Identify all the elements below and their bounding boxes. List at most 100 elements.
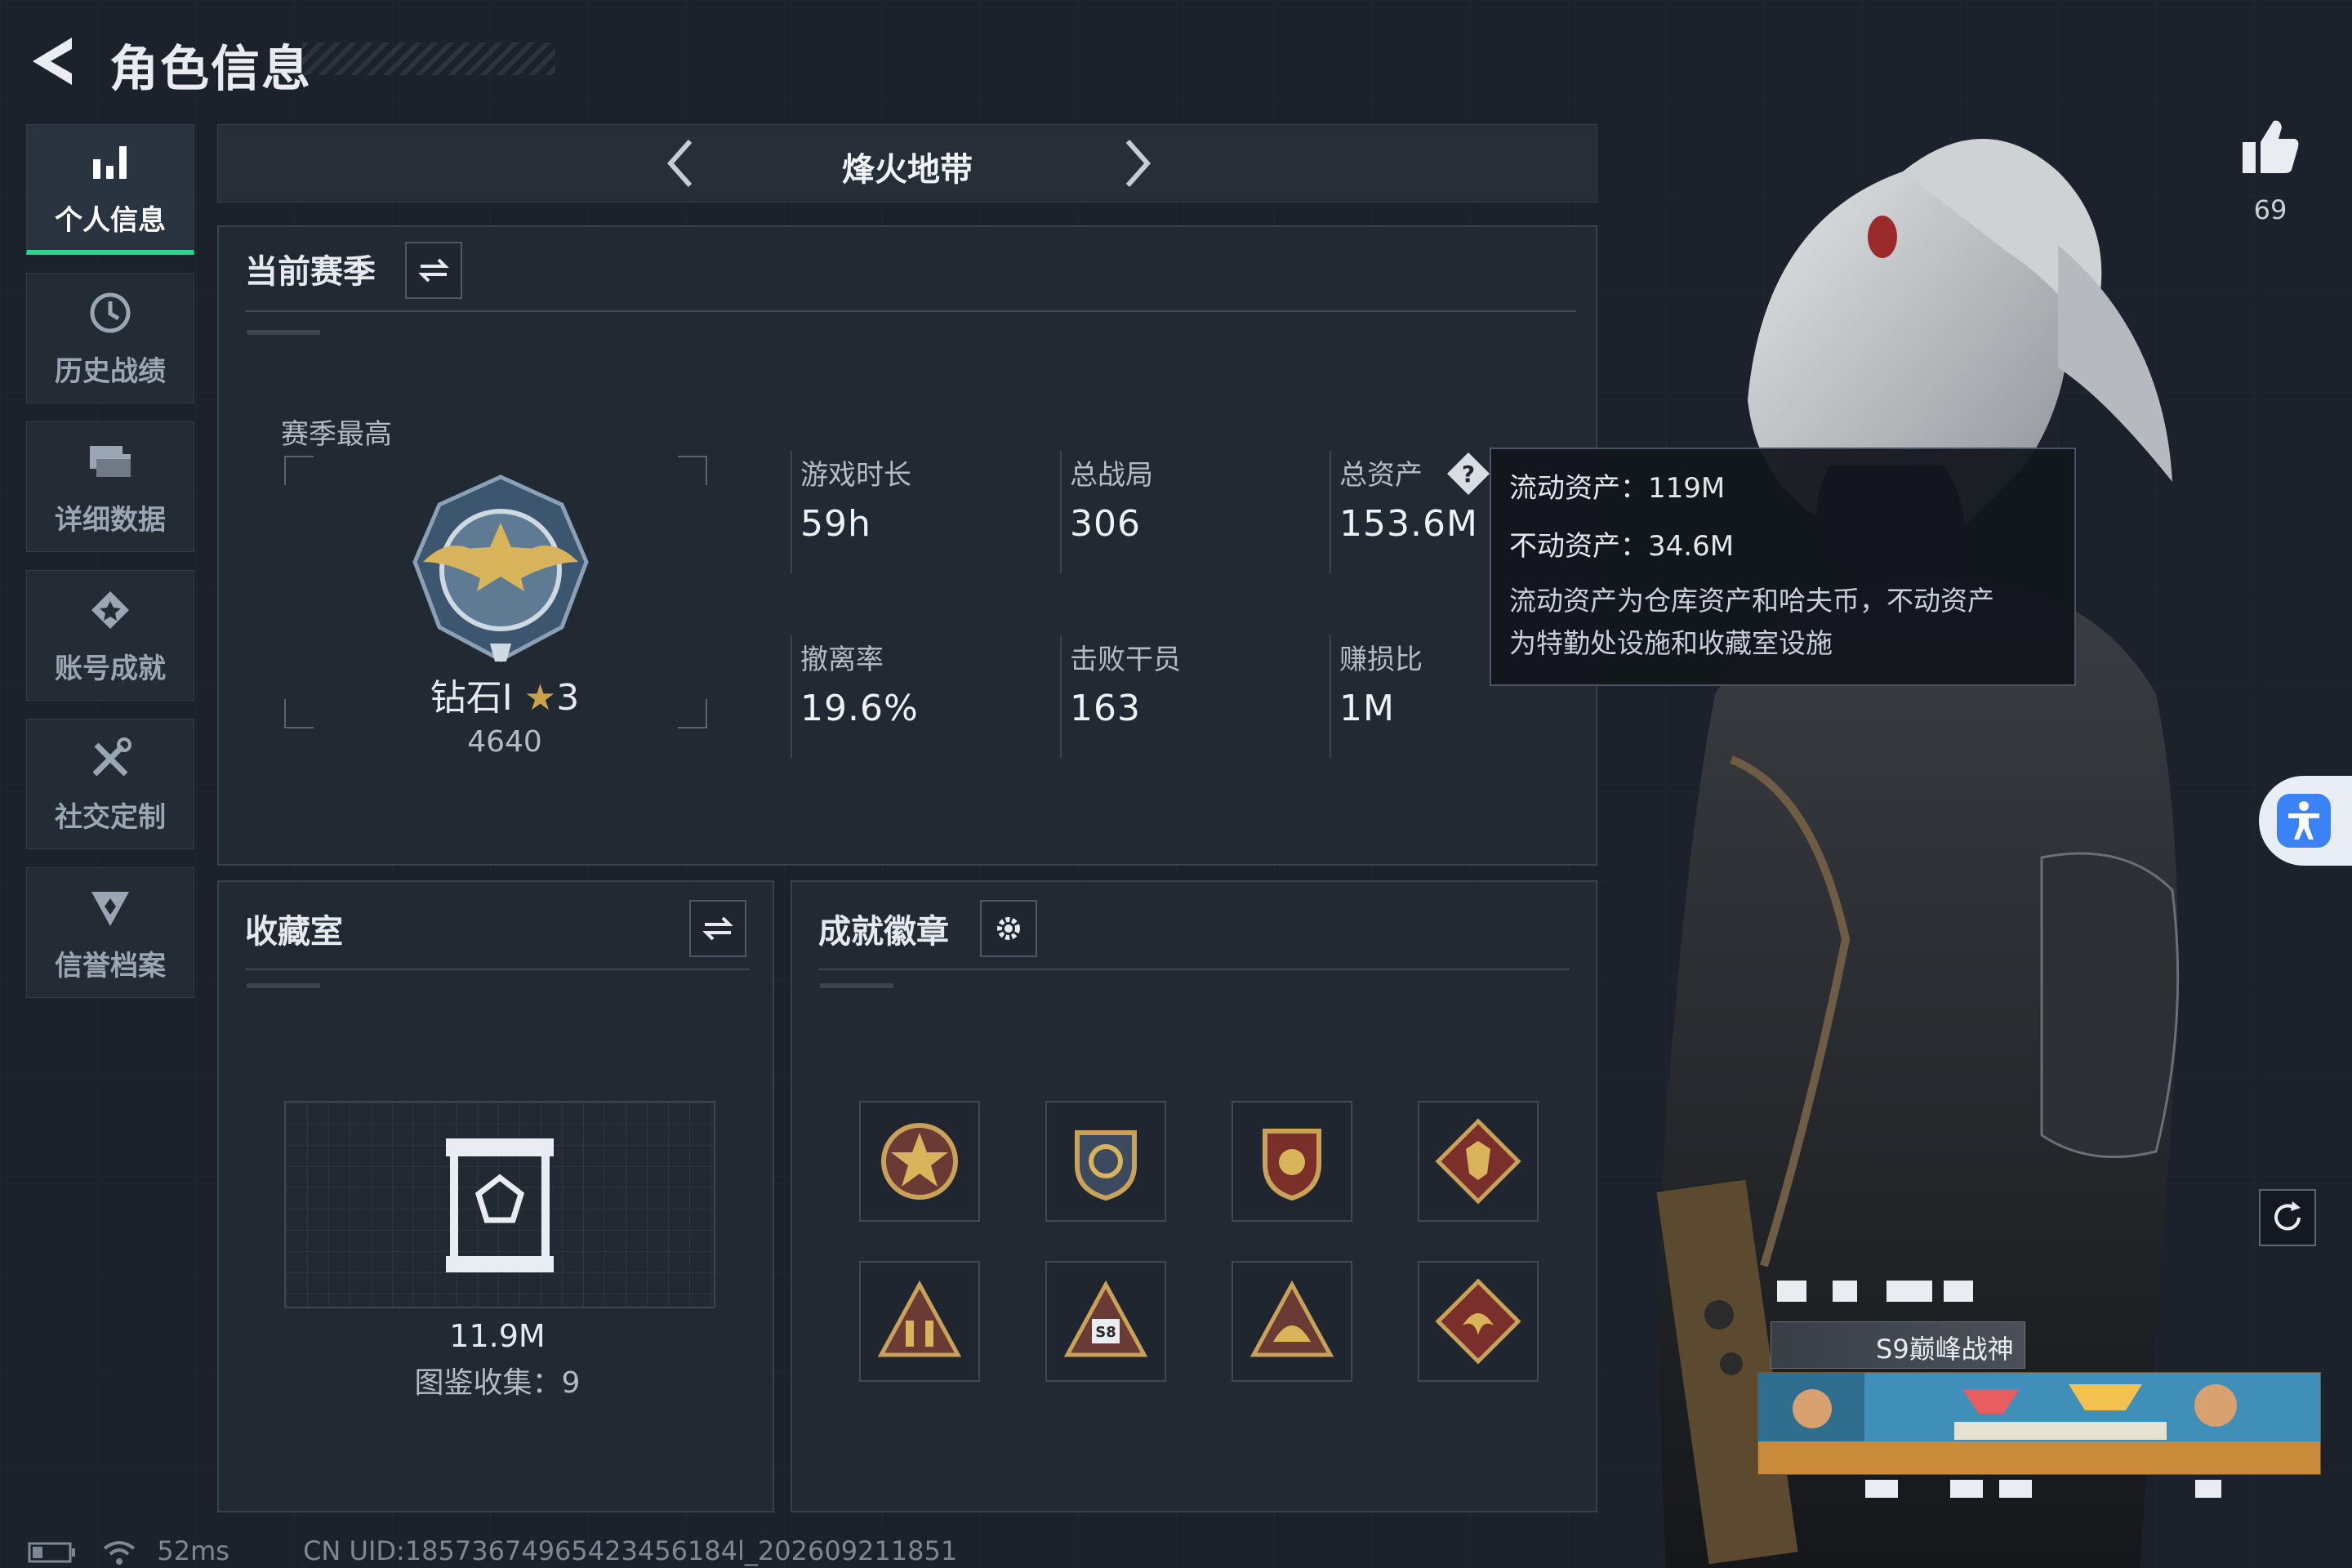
decor-text	[247, 983, 320, 988]
ping-text: 52ms	[157, 1535, 229, 1566]
redacted-block	[1865, 1480, 1898, 1498]
decor-text	[247, 330, 320, 335]
rank-emblem	[399, 472, 603, 668]
badges-divider	[818, 969, 1570, 970]
sidebar-item-label: 社交定制	[55, 800, 166, 834]
collection-switch-button[interactable]	[689, 900, 746, 957]
frame-corner	[284, 699, 314, 728]
badges-panel: 成就徽章 S8	[791, 880, 1597, 1512]
sidebar-item-match-history[interactable]: 历史战绩	[26, 273, 194, 403]
redacted-name-block	[1833, 1281, 1857, 1302]
sidebar-item-detailed-data[interactable]: 详细数据	[26, 421, 194, 552]
frame-corner	[284, 456, 314, 485]
shield-icon	[86, 883, 135, 932]
tooltip-liquid-assets: 流动资产：119M	[1509, 472, 1726, 505]
dragon-diamond-badge[interactable]	[1418, 1261, 1539, 1382]
like-button[interactable]	[2238, 114, 2303, 188]
eagle-shield-badge-icon	[1263, 1129, 1321, 1201]
title-plate: S9巅峰战神	[1771, 1321, 2025, 1369]
helmet-triangle-badge-icon	[1250, 1280, 1334, 1357]
folder-icon	[86, 437, 135, 486]
chevron-right-icon	[1125, 140, 1152, 187]
collection-display[interactable]	[284, 1101, 715, 1308]
wing-shield-badge[interactable]	[1045, 1101, 1166, 1222]
sidebar-item-label: 详细数据	[55, 503, 166, 537]
collection-panel: 收藏室 11.9M 图鉴收集：9	[217, 880, 774, 1512]
dragon-diamond-badge-icon	[1435, 1278, 1521, 1365]
helmet-triangle-badge[interactable]	[1232, 1261, 1352, 1382]
sidebar-item-label: 账号成就	[55, 652, 166, 685]
season-divider	[245, 310, 1576, 312]
gear-icon	[997, 917, 1020, 940]
tools-icon	[86, 734, 135, 783]
rank-name: 钻石Ⅰ	[430, 677, 513, 719]
stat-value-profit-ratio: 1M	[1339, 688, 1395, 729]
bar-chart-icon	[86, 137, 135, 186]
season-best-label: 赛季最高	[281, 418, 392, 451]
back-arrow-icon	[33, 38, 72, 85]
redacted-name-block	[1777, 1281, 1806, 1302]
assets-help-button[interactable]: ?	[1444, 449, 1493, 498]
display-case-icon	[446, 1138, 554, 1272]
back-button[interactable]	[26, 33, 83, 90]
assets-tooltip: 流动资产：119M 不动资产：34.6M 流动资产为仓库资产和哈夫币，不动资产 …	[1490, 448, 2076, 686]
title-plate-text: S9巅峰战神	[1876, 1334, 2014, 1365]
star-shield-badge[interactable]	[859, 1101, 980, 1222]
rank-stars: 3	[556, 677, 580, 719]
badges-settings-button[interactable]	[980, 900, 1037, 957]
swap-icon	[418, 258, 449, 283]
stat-value-total-assets: 153.6M	[1339, 503, 1478, 545]
collection-title: 收藏室	[245, 913, 343, 951]
stat-separator	[1330, 635, 1331, 758]
stat-separator	[791, 451, 792, 573]
like-count: 69	[2253, 194, 2287, 225]
eagle-shield-badge[interactable]	[1232, 1101, 1352, 1222]
sidebar-item-label: 个人信息	[55, 204, 166, 237]
tooltip-note-line1: 流动资产为仓库资产和哈夫币，不动资产	[1509, 585, 1994, 617]
s8-triangle-badge[interactable]: S8	[1045, 1261, 1166, 1382]
rank-line: 钻石Ⅰ ★3	[341, 668, 668, 720]
frame-corner	[678, 699, 707, 728]
collection-divider	[245, 969, 750, 970]
rank-score: 4640	[467, 725, 542, 759]
stat-value-total-matches: 306	[1070, 503, 1141, 545]
question-diamond-icon: ?	[1447, 452, 1490, 495]
soldiers-triangle-badge-icon	[877, 1280, 962, 1357]
redacted-block	[2195, 1480, 2221, 1498]
banner-artwork	[1758, 1373, 2320, 1474]
catalog-count: 图鉴收集：9	[414, 1366, 581, 1400]
stat-value-playtime: 59h	[800, 503, 871, 545]
soldiers-triangle-badge[interactable]	[859, 1261, 980, 1382]
thumbs-up-icon	[2243, 120, 2299, 173]
sidebar-item-credit-record[interactable]: 信誉档案	[26, 867, 194, 998]
redacted-name-block	[1886, 1281, 1932, 1302]
season-title: 当前赛季	[245, 253, 376, 291]
sidebar-item-achievements[interactable]: 账号成就	[26, 570, 194, 701]
stat-separator	[1060, 635, 1062, 758]
redacted-block	[1999, 1480, 2032, 1498]
accessibility-button[interactable]	[2259, 776, 2352, 866]
sidebar-item-personal-info[interactable]: 个人信息	[26, 124, 194, 255]
mode-name: 烽火地带	[842, 151, 973, 189]
stat-separator	[791, 635, 792, 758]
mode-selector: 烽火地带	[217, 124, 1597, 203]
stat-separator	[1330, 451, 1331, 573]
stat-separator	[1060, 451, 1062, 573]
rank-star-icon: ★	[523, 677, 557, 719]
wolf-diamond-badge[interactable]	[1418, 1101, 1539, 1222]
clock-icon	[86, 288, 135, 337]
rotate-view-button[interactable]	[2259, 1189, 2316, 1246]
stat-value-kills: 163	[1070, 688, 1141, 729]
mode-next-button[interactable]	[1108, 136, 1162, 190]
tooltip-fixed-assets: 不动资产：34.6M	[1509, 530, 1735, 563]
stat-label-profit-ratio: 赚损比	[1339, 644, 1423, 676]
sidebar-item-social-custom[interactable]: 社交定制	[26, 719, 194, 849]
eagle-rank-icon	[412, 474, 589, 662]
season-switch-button[interactable]	[405, 242, 462, 299]
stat-label-extraction-rate: 撤离率	[800, 644, 884, 676]
stat-label-kills: 击败干员	[1070, 644, 1181, 676]
season-panel: 当前赛季 赛季最高 钻石Ⅰ ★3 4640 游戏时长 59h 总战局 306 总…	[217, 225, 1597, 866]
badges-title: 成就徽章	[818, 913, 949, 951]
tooltip-note-line2: 为特勤处设施和收藏室设施	[1509, 627, 1833, 659]
swap-icon	[702, 916, 733, 941]
